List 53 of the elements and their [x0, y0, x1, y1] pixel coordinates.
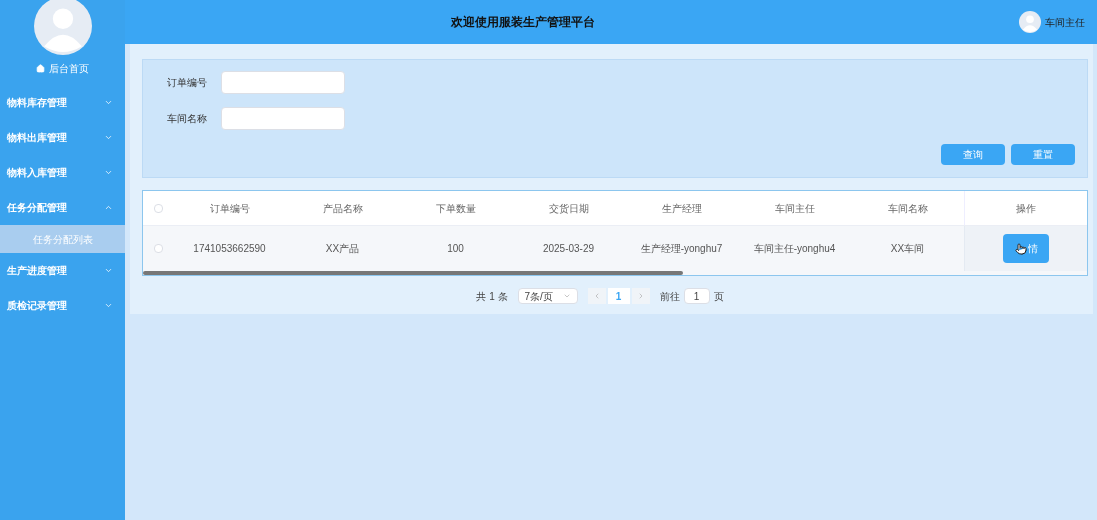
menu-item[interactable]: 生产进度管理: [0, 253, 125, 288]
chevron-up-icon: [104, 203, 113, 212]
table-cell-text: 100: [447, 242, 464, 256]
menu-item[interactable]: 物料出库管理: [0, 120, 125, 155]
column-header: 操作: [1016, 201, 1036, 216]
next-page-button[interactable]: [631, 288, 650, 304]
table-cell-text: 生产经理-yonghu7: [640, 242, 723, 256]
user-avatar-icon: [1019, 11, 1041, 33]
hand-cursor-icon: [1014, 242, 1027, 255]
input-field[interactable]: [221, 106, 345, 130]
total-count: 共 1 条: [476, 289, 508, 304]
menu-item[interactable]: 质检记录管理: [0, 288, 125, 323]
field-label: 车间名称: [167, 111, 208, 126]
column-header: 车间主任: [774, 201, 815, 216]
menu-item[interactable]: 任务分配管理: [0, 190, 125, 225]
row-checkbox[interactable]: [153, 244, 163, 253]
submenu-item[interactable]: 任务分配列表: [0, 225, 125, 253]
chevron-down-icon: [562, 292, 571, 300]
column-header: 下单数量: [435, 201, 476, 216]
table-cell-text: 1741053662590: [193, 242, 266, 256]
column-header: 交货日期: [548, 201, 589, 216]
table-cell-text: 2025-03-29: [542, 242, 595, 256]
avatar-icon: [33, 0, 92, 55]
home-link[interactable]: 后台首页: [0, 61, 125, 75]
goto-input[interactable]: 1: [683, 288, 710, 304]
details-button[interactable]: 情: [1003, 234, 1049, 263]
previous-page-button[interactable]: [587, 288, 606, 304]
table-cell-text: XX产品: [325, 242, 360, 256]
chevron-down-icon: [104, 133, 113, 142]
search-button[interactable]: 查询: [941, 144, 1005, 165]
page-suffix: 页: [713, 289, 724, 304]
menu-item[interactable]: 物料库存管理: [0, 85, 125, 120]
chevron-down-icon: [104, 301, 113, 310]
menu-item[interactable]: 物料入库管理: [0, 155, 125, 190]
column-header: 车间名称: [887, 201, 928, 216]
field-label: 订单编号: [167, 75, 208, 90]
chevron-down-icon: [104, 168, 113, 177]
reset-button[interactable]: 重置: [1011, 144, 1075, 165]
select-all-checkbox[interactable]: [153, 203, 163, 213]
page-size-select[interactable]: 7条/页: [517, 288, 578, 304]
page-title: 欢迎使用服装生产管理平台: [451, 14, 595, 31]
column-header: 产品名称: [322, 201, 363, 216]
user-name: 车间主任: [1045, 15, 1085, 30]
input-field[interactable]: [221, 70, 345, 94]
page-button[interactable]: 1: [607, 288, 630, 304]
table-cell-text: 车间主任-yonghu4: [753, 242, 836, 256]
chevron-down-icon: [104, 98, 113, 107]
home-icon: [36, 63, 45, 73]
chevron-down-icon: [104, 266, 113, 275]
goto-label: 前往: [659, 289, 680, 304]
column-header: 生产经理: [661, 201, 702, 216]
column-header: 订单编号: [209, 201, 250, 216]
table-cell-text: XX车间: [890, 242, 925, 256]
